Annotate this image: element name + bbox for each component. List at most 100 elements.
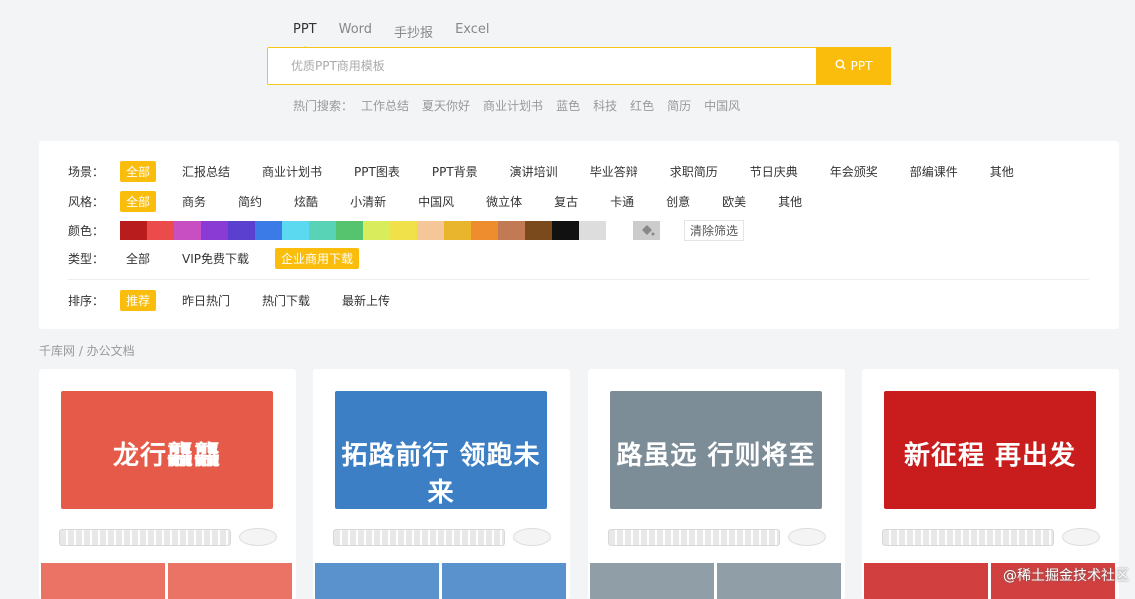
mouse-image — [1062, 528, 1100, 546]
color-swatch[interactable] — [147, 221, 174, 240]
mouse-image — [239, 528, 277, 546]
scene-option[interactable]: 其他 — [984, 161, 1020, 182]
scene-option[interactable]: 汇报总结 — [176, 161, 236, 182]
style-option[interactable]: 复古 — [548, 191, 584, 212]
template-card[interactable]: 拓路前行 领跑未来 — [313, 369, 570, 599]
color-swatch[interactable] — [498, 221, 525, 240]
style-option[interactable]: 全部 — [120, 191, 157, 212]
color-swatch[interactable] — [606, 221, 633, 240]
mouse-image — [788, 528, 826, 546]
clear-filter-button[interactable]: 清除筛选 — [684, 220, 745, 241]
template-preview-title: 龙行龘龘 — [112, 441, 221, 471]
hot-searches: 热门搜索： 工作总结 夏天你好 商业计划书 蓝色 科技 红色 简历 中国风 — [293, 97, 753, 114]
scene-option[interactable]: 求职简历 — [664, 161, 724, 182]
style-option[interactable]: 小清新 — [344, 191, 392, 212]
color-swatch[interactable] — [552, 221, 579, 240]
scene-option[interactable]: 节日庆典 — [744, 161, 804, 182]
scene-option[interactable]: 全部 — [120, 161, 157, 182]
search-bar: PPT — [267, 47, 891, 85]
color-swatch[interactable] — [174, 221, 201, 240]
style-option[interactable]: 炫酷 — [288, 191, 324, 212]
hot-search-item[interactable]: 科技 — [593, 97, 617, 114]
type-option[interactable]: 企业商用下载 — [275, 248, 360, 269]
scene-option[interactable]: 商业计划书 — [256, 161, 328, 182]
template-preview-title: 拓路前行 领跑未来 — [341, 441, 541, 508]
hot-search-item[interactable]: 商业计划书 — [483, 97, 543, 114]
scene-option[interactable]: 部编课件 — [904, 161, 964, 182]
format-tabs: PPT Word 手抄报 Excel — [293, 22, 512, 41]
style-option[interactable]: 欧美 — [716, 191, 752, 212]
paint-bucket-icon[interactable] — [633, 221, 660, 240]
hot-search-label: 热门搜索： — [293, 99, 354, 113]
template-card[interactable]: 路虽远 行则将至 — [588, 369, 845, 599]
search-button-label: PPT — [850, 59, 873, 73]
color-swatch[interactable] — [390, 221, 417, 240]
filter-panel: 场景： 全部 汇报总结 商业计划书 PPT图表 PPT背景 演讲培训 毕业答辩 求职简历 节日庆典… — [39, 141, 1119, 329]
template-thumbnail — [590, 563, 714, 599]
hot-search-item[interactable]: 工作总结 — [361, 97, 409, 114]
breadcrumb: 千库网 / 办公文档 — [39, 344, 135, 358]
sort-filter-label: 排序： — [68, 294, 105, 308]
sort-option[interactable]: 热门下载 — [256, 290, 316, 311]
color-swatch[interactable] — [444, 221, 471, 240]
color-swatch[interactable] — [201, 221, 228, 240]
sort-option[interactable]: 昨日热门 — [176, 290, 236, 311]
sort-option[interactable]: 最新上传 — [336, 290, 396, 311]
color-swatch[interactable] — [363, 221, 390, 240]
tab-1[interactable]: Word — [339, 22, 372, 41]
scene-option[interactable]: 毕业答辩 — [584, 161, 644, 182]
template-thumbnail — [315, 563, 439, 599]
hot-search-item[interactable]: 蓝色 — [556, 97, 580, 114]
scene-option[interactable]: PPT图表 — [348, 161, 406, 182]
style-filter-row: 风格： 全部 商务 简约 炫酷 小清新 中国风 微立体 复古 卡通 创意 欧美 其他 — [68, 191, 828, 212]
tab-2[interactable]: 手抄报 — [394, 22, 433, 41]
style-option[interactable]: 中国风 — [412, 191, 460, 212]
scene-filter-label: 场景： — [68, 165, 105, 179]
template-thumbnail — [41, 563, 165, 599]
style-option[interactable]: 卡通 — [604, 191, 640, 212]
type-option[interactable]: VIP免费下载 — [176, 248, 255, 269]
color-swatch[interactable] — [282, 221, 309, 240]
scene-option[interactable]: PPT背景 — [426, 161, 484, 182]
color-swatch[interactable] — [336, 221, 363, 240]
color-filter-row: 颜色： 清除筛选 — [68, 220, 745, 241]
tab-0[interactable]: PPT — [293, 22, 317, 41]
scene-option[interactable]: 演讲培训 — [504, 161, 564, 182]
style-option[interactable]: 简约 — [232, 191, 268, 212]
hot-search-item[interactable]: 简历 — [667, 97, 691, 114]
template-preview-image: 新征程 再出发 — [884, 391, 1096, 509]
tab-3[interactable]: Excel — [455, 22, 489, 41]
type-option[interactable]: 全部 — [120, 248, 156, 269]
sort-option[interactable]: 推荐 — [120, 290, 157, 311]
template-preview-title: 新征程 再出发 — [903, 441, 1077, 471]
style-option[interactable]: 商务 — [176, 191, 212, 212]
template-preview-image: 龙行龘龘 — [61, 391, 273, 509]
color-swatch[interactable] — [417, 221, 444, 240]
search-button[interactable]: PPT — [816, 47, 891, 85]
template-preview-title: 路虽远 行则将至 — [616, 441, 816, 471]
color-swatch[interactable] — [471, 221, 498, 240]
template-preview-image: 路虽远 行则将至 — [610, 391, 822, 509]
style-option[interactable]: 其他 — [772, 191, 808, 212]
color-swatch[interactable] — [228, 221, 255, 240]
filter-divider — [68, 279, 1089, 280]
color-swatch[interactable] — [120, 221, 147, 240]
hot-search-item[interactable]: 中国风 — [704, 97, 740, 114]
style-option[interactable]: 创意 — [660, 191, 696, 212]
style-option[interactable]: 微立体 — [480, 191, 528, 212]
scene-option[interactable]: 年会颁奖 — [824, 161, 884, 182]
color-swatch[interactable] — [579, 221, 606, 240]
watermark: @稀土掘金技术社区 — [1003, 568, 1129, 584]
template-card[interactable]: 龙行龘龘 — [39, 369, 296, 599]
keyboard-image — [333, 529, 505, 546]
hot-search-item[interactable]: 红色 — [630, 97, 654, 114]
search-input[interactable] — [267, 47, 816, 85]
hot-search-item[interactable]: 夏天你好 — [422, 97, 470, 114]
color-swatch[interactable] — [525, 221, 552, 240]
template-thumbnail — [442, 563, 566, 599]
color-swatch[interactable] — [255, 221, 282, 240]
color-swatches — [120, 221, 660, 240]
template-thumbnail — [168, 563, 292, 599]
type-filter-row: 类型： 全部 VIP免费下载 企业商用下载 — [68, 248, 379, 269]
color-swatch[interactable] — [309, 221, 336, 240]
